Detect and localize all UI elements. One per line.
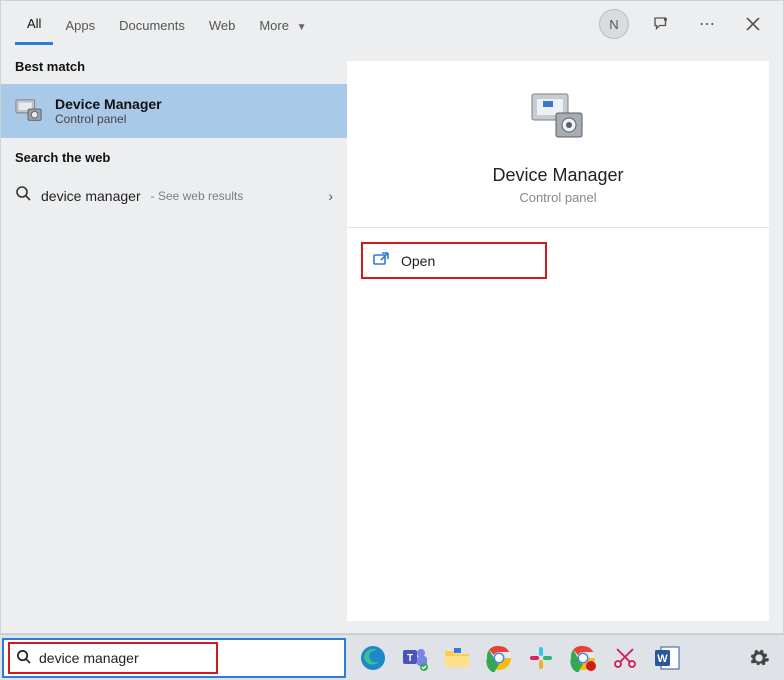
- tab-more-label: More: [259, 18, 289, 33]
- tab-web[interactable]: Web: [197, 5, 248, 44]
- taskbar-apps: T W: [356, 641, 684, 675]
- details-subtitle: Control panel: [519, 190, 596, 205]
- open-label: Open: [401, 253, 435, 269]
- best-match-title: Device Manager: [55, 96, 162, 112]
- device-manager-icon: [15, 97, 43, 125]
- tabs-row: All Apps Documents Web More ▼ N ⋯: [1, 1, 783, 47]
- taskbar-search-highlight: [8, 642, 218, 674]
- best-match-item[interactable]: Device Manager Control panel: [1, 84, 347, 138]
- file-explorer-icon[interactable]: [440, 641, 474, 675]
- best-match-subtitle: Control panel: [55, 112, 162, 126]
- web-result-item[interactable]: device manager - See web results ›: [1, 175, 347, 216]
- taskbar-end: [742, 641, 776, 675]
- best-match-text: Device Manager Control panel: [55, 96, 162, 126]
- search-input[interactable]: [39, 650, 199, 666]
- divider: [347, 227, 769, 228]
- details-title: Device Manager: [492, 165, 623, 186]
- results-column: Best match Device Manager Control panel …: [1, 47, 347, 633]
- device-manager-hero-icon: [530, 89, 586, 145]
- svg-text:W: W: [657, 653, 668, 665]
- close-icon[interactable]: [739, 10, 767, 38]
- feedback-icon[interactable]: [647, 10, 675, 38]
- search-icon: [15, 185, 31, 206]
- search-panel: All Apps Documents Web More ▼ N ⋯ Best m…: [0, 0, 784, 634]
- chrome-canary-icon[interactable]: [566, 641, 600, 675]
- tab-apps[interactable]: Apps: [53, 5, 107, 44]
- settings-gear-icon[interactable]: [742, 641, 776, 675]
- chevron-down-icon: ▼: [297, 22, 307, 33]
- details-card: Device Manager Control panel Open: [347, 61, 769, 621]
- taskbar-search[interactable]: [2, 638, 346, 678]
- snip-icon[interactable]: [608, 641, 642, 675]
- open-icon: [373, 252, 389, 269]
- word-icon[interactable]: W: [650, 641, 684, 675]
- search-web-label: Search the web: [1, 138, 347, 175]
- tab-all[interactable]: All: [15, 3, 53, 45]
- teams-icon[interactable]: T: [398, 641, 432, 675]
- web-result-hint: - See web results: [151, 189, 244, 203]
- tab-more[interactable]: More ▼: [247, 5, 318, 44]
- tabs-right: N ⋯: [599, 9, 773, 39]
- search-icon: [16, 649, 31, 667]
- chrome-icon[interactable]: [482, 641, 516, 675]
- body: Best match Device Manager Control panel …: [1, 47, 783, 633]
- open-action[interactable]: Open: [361, 242, 547, 279]
- user-avatar[interactable]: N: [599, 9, 629, 39]
- slack-icon[interactable]: [524, 641, 558, 675]
- svg-text:T: T: [407, 653, 413, 664]
- best-match-label: Best match: [1, 47, 347, 84]
- edge-icon[interactable]: [356, 641, 390, 675]
- taskbar: T W: [0, 634, 784, 680]
- web-result-query: device manager: [41, 188, 141, 204]
- tab-documents[interactable]: Documents: [107, 5, 197, 44]
- more-options-icon[interactable]: ⋯: [693, 10, 721, 38]
- details-column: Device Manager Control panel Open: [347, 47, 783, 633]
- chevron-right-icon: ›: [328, 188, 333, 204]
